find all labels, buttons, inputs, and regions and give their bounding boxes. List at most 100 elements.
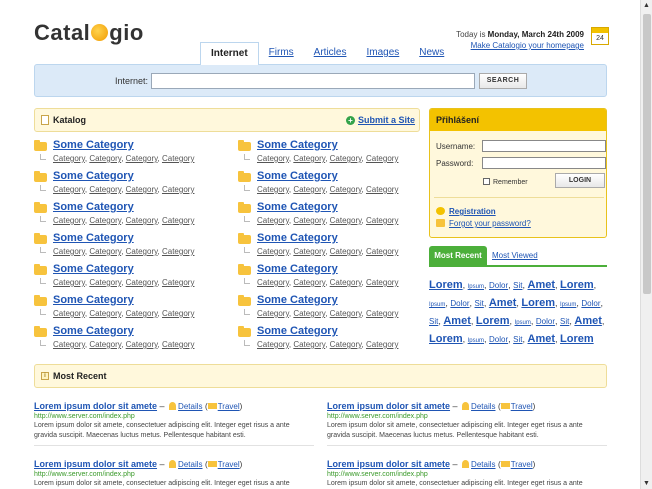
subcategory-link[interactable]: Category xyxy=(330,216,362,225)
category-link[interactable]: Some Category xyxy=(53,139,134,151)
entry-category-link[interactable]: Travel xyxy=(218,460,240,469)
entry-category-link[interactable]: Travel xyxy=(511,460,533,469)
subcategory-link[interactable]: Category xyxy=(257,185,289,194)
tab-news[interactable]: News xyxy=(409,42,454,64)
subcategory-link[interactable]: Category xyxy=(366,216,398,225)
category-link[interactable]: Some Category xyxy=(53,232,134,244)
tab-articles[interactable]: Articles xyxy=(304,42,357,64)
subcategory-link[interactable]: Category xyxy=(257,340,289,349)
subcategory-link[interactable]: Category xyxy=(366,340,398,349)
tag-link[interactable]: Amet xyxy=(489,297,517,309)
category-link[interactable]: Some Category xyxy=(53,170,134,182)
subcategory-link[interactable]: Category xyxy=(53,185,85,194)
subcategory-link[interactable]: Category xyxy=(330,154,362,163)
forgot-password-link[interactable]: Forgot your password? xyxy=(449,219,531,228)
subcategory-link[interactable]: Category xyxy=(330,185,362,194)
tab-most-recent[interactable]: Most Recent xyxy=(429,246,487,267)
catalogio-logo[interactable]: Catal gio xyxy=(34,20,144,46)
subcategory-link[interactable]: Category xyxy=(53,216,85,225)
subcategory-link[interactable]: Category xyxy=(126,185,158,194)
tag-link[interactable]: Ipsum xyxy=(429,302,445,308)
subcategory-link[interactable]: Category xyxy=(257,247,289,256)
tag-link[interactable]: Amet xyxy=(443,315,471,327)
category-link[interactable]: Some Category xyxy=(257,294,338,306)
tag-link[interactable]: Ipsum xyxy=(560,302,576,308)
entry-title-link[interactable]: Lorem ipsum dolor sit amete xyxy=(327,459,450,469)
subcategory-link[interactable]: Category xyxy=(293,278,325,287)
subcategory-link[interactable]: Category xyxy=(162,340,194,349)
category-link[interactable]: Some Category xyxy=(257,232,338,244)
entry-details-link[interactable]: Details xyxy=(178,402,202,411)
tab-firms[interactable]: Firms xyxy=(259,42,304,64)
subcategory-link[interactable]: Category xyxy=(257,278,289,287)
tag-link[interactable]: Sit xyxy=(429,317,438,326)
subcategory-link[interactable]: Category xyxy=(330,340,362,349)
entry-details-link[interactable]: Details xyxy=(471,402,495,411)
subcategory-link[interactable]: Category xyxy=(293,185,325,194)
tab-internet[interactable]: Internet xyxy=(200,42,259,65)
subcategory-link[interactable]: Category xyxy=(257,154,289,163)
tag-link[interactable]: Ipsum xyxy=(468,284,484,290)
tag-link[interactable]: Lorem xyxy=(476,315,510,327)
subcategory-link[interactable]: Category xyxy=(162,247,194,256)
tag-link[interactable]: Lorem xyxy=(560,279,594,291)
subcategory-link[interactable]: Category xyxy=(162,154,194,163)
tag-link[interactable]: Sit xyxy=(513,281,522,290)
subcategory-link[interactable]: Category xyxy=(126,247,158,256)
subcategory-link[interactable]: Category xyxy=(53,154,85,163)
subcategory-link[interactable]: Category xyxy=(53,278,85,287)
subcategory-link[interactable]: Category xyxy=(126,154,158,163)
subcategory-link[interactable]: Category xyxy=(126,340,158,349)
subcategory-link[interactable]: Category xyxy=(293,216,325,225)
scrollbar-thumb[interactable] xyxy=(643,14,651,294)
subcategory-link[interactable]: Category xyxy=(53,247,85,256)
category-link[interactable]: Some Category xyxy=(257,170,338,182)
tag-link[interactable]: Lorem xyxy=(429,333,463,345)
subcategory-link[interactable]: Category xyxy=(330,278,362,287)
category-link[interactable]: Some Category xyxy=(257,325,338,337)
category-link[interactable]: Some Category xyxy=(257,263,338,275)
subcategory-link[interactable]: Category xyxy=(89,247,121,256)
scroll-up-arrow-icon[interactable]: ▲ xyxy=(643,2,650,9)
tag-link[interactable]: Ipsum xyxy=(515,320,531,326)
subcategory-link[interactable]: Category xyxy=(366,278,398,287)
submit-site-button[interactable]: + Submit a Site xyxy=(345,109,415,131)
tag-link[interactable]: Lorem xyxy=(429,279,463,291)
subcategory-link[interactable]: Category xyxy=(89,154,121,163)
tag-link[interactable]: Sit xyxy=(560,317,569,326)
tab-most-viewed[interactable]: Most Viewed xyxy=(492,251,538,260)
entry-category-link[interactable]: Travel xyxy=(218,402,240,411)
subcategory-link[interactable]: Category xyxy=(366,309,398,318)
subcategory-link[interactable]: Category xyxy=(293,340,325,349)
tag-link[interactable]: Amet xyxy=(528,333,556,345)
subcategory-link[interactable]: Category xyxy=(162,185,194,194)
entry-title-link[interactable]: Lorem ipsum dolor sit amete xyxy=(34,459,157,469)
username-field[interactable] xyxy=(482,140,606,152)
subcategory-link[interactable]: Category xyxy=(257,309,289,318)
tag-link[interactable]: Dolor xyxy=(489,335,508,344)
tag-link[interactable]: Sit xyxy=(475,299,484,308)
category-link[interactable]: Some Category xyxy=(257,201,338,213)
tag-link[interactable]: Dolor xyxy=(581,299,600,308)
entry-title-link[interactable]: Lorem ipsum dolor sit amete xyxy=(327,401,450,411)
login-button[interactable]: LOGIN xyxy=(555,173,605,188)
subcategory-link[interactable]: Category xyxy=(162,309,194,318)
category-link[interactable]: Some Category xyxy=(53,325,134,337)
category-link[interactable]: Some Category xyxy=(53,201,134,213)
category-link[interactable]: Some Category xyxy=(53,294,134,306)
subcategory-link[interactable]: Category xyxy=(53,340,85,349)
entry-title-link[interactable]: Lorem ipsum dolor sit amete xyxy=(34,401,157,411)
entry-details-link[interactable]: Details xyxy=(471,460,495,469)
tag-link[interactable]: Dolor xyxy=(489,281,508,290)
subcategory-link[interactable]: Category xyxy=(366,185,398,194)
subcategory-link[interactable]: Category xyxy=(126,216,158,225)
tag-link[interactable]: Dolor xyxy=(536,317,555,326)
password-field[interactable] xyxy=(482,157,606,169)
subcategory-link[interactable]: Category xyxy=(162,216,194,225)
subcategory-link[interactable]: Category xyxy=(293,154,325,163)
subcategory-link[interactable]: Category xyxy=(162,278,194,287)
subcategory-link[interactable]: Category xyxy=(126,278,158,287)
subcategory-link[interactable]: Category xyxy=(366,247,398,256)
tag-link[interactable]: Ipsum xyxy=(468,338,484,344)
entry-category-link[interactable]: Travel xyxy=(511,402,533,411)
